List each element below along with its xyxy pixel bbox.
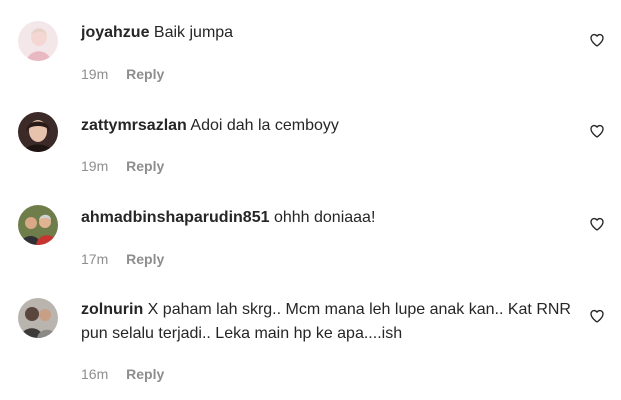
comment-meta: 19m Reply [81,157,164,175]
comment-text: Baik jumpa [153,24,234,41]
avatar[interactable] [18,205,58,245]
avatar[interactable] [18,21,58,61]
heart-outline-icon[interactable] [589,32,605,48]
comment-text: Adoi dah la cemboyy [190,117,339,134]
heart-outline-icon[interactable] [589,216,605,232]
comment-time[interactable]: 17m [81,251,108,267]
comment-username[interactable]: joyahzue [81,24,149,41]
comment-time[interactable]: 16m [81,366,108,382]
comment-username[interactable]: zolnurin [81,301,143,318]
heart-outline-icon[interactable] [589,308,605,324]
reply-button[interactable]: Reply [126,158,164,174]
comment-username[interactable]: ahmadbinshaparudin851 [81,209,270,226]
heart-outline-icon[interactable] [589,123,605,139]
avatar[interactable] [18,298,58,338]
comment-username[interactable]: zattymrsazlan [81,117,187,134]
comment-body: zattymrsazlan Adoi dah la cemboyy [81,114,571,138]
reply-button[interactable]: Reply [126,251,164,267]
comment-meta: 19m Reply [81,65,164,83]
comment-body: joyahzue Baik jumpa [81,21,571,45]
comment-body: zolnurin X paham lah skrg.. Mcm mana leh… [81,298,571,346]
comment-body: ahmadbinshaparudin851 ohhh doniaaa! [81,206,571,230]
comment-text: X paham lah skrg.. Mcm mana leh lupe ana… [81,301,571,342]
reply-button[interactable]: Reply [126,66,164,82]
comment-time[interactable]: 19m [81,66,108,82]
reply-button[interactable]: Reply [126,366,164,382]
comment-meta: 16m Reply [81,365,164,383]
avatar[interactable] [18,112,58,152]
comment-time[interactable]: 19m [81,158,108,174]
comment-meta: 17m Reply [81,250,164,268]
comment-text: ohhh doniaaa! [273,209,376,226]
